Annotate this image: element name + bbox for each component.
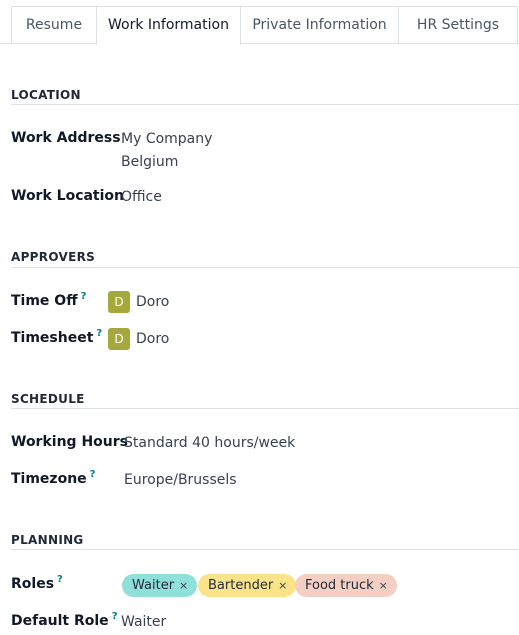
default-role-help-icon[interactable]: ? <box>112 611 118 622</box>
timesheet-help-icon[interactable]: ? <box>96 328 102 339</box>
timezone-help-icon[interactable]: ? <box>90 469 96 480</box>
section-divider <box>11 549 519 550</box>
timesheet-approver-name: Doro <box>136 331 170 347</box>
tab-work-information[interactable]: Work Information <box>96 6 241 45</box>
working-hours-label: Working Hours <box>11 434 128 450</box>
role-tag-label: Bartender <box>208 578 274 593</box>
role-tag-label: Food truck <box>305 578 374 593</box>
role-tag-label: Waiter <box>132 578 175 593</box>
time-off-approver[interactable]: D Doro <box>108 291 169 313</box>
timesheet-approver[interactable]: D Doro <box>108 328 169 350</box>
section-title-location: LOCATION <box>11 88 81 102</box>
time-off-help-icon[interactable]: ? <box>81 291 87 302</box>
work-address-line-1[interactable]: My Company <box>121 131 212 147</box>
tab-hr-settings[interactable]: HR Settings <box>398 6 518 43</box>
default-role-value[interactable]: Waiter <box>121 614 166 630</box>
avatar: D <box>108 291 130 313</box>
notebook-tabs: Resume Work Information Private Informat… <box>0 0 519 45</box>
timezone-label: Timezone? <box>11 469 96 487</box>
section-title-approvers: APPROVERS <box>11 250 96 264</box>
tab-resume[interactable]: Resume <box>11 6 97 43</box>
timesheet-label: Timesheet? <box>11 328 102 346</box>
timezone-label-text: Timezone <box>11 471 87 487</box>
default-role-label-text: Default Role <box>11 613 109 629</box>
roles-help-icon[interactable]: ? <box>57 574 63 585</box>
remove-tag-icon[interactable]: × <box>379 579 388 592</box>
role-tag-bartender[interactable]: Bartender × <box>198 574 297 597</box>
roles-label-text: Roles <box>11 576 55 592</box>
time-off-approver-name: Doro <box>136 294 170 310</box>
role-tag-waiter[interactable]: Waiter × <box>122 574 198 597</box>
avatar: D <box>108 328 130 350</box>
remove-tag-icon[interactable]: × <box>278 579 287 592</box>
work-location-value[interactable]: Office <box>121 189 162 205</box>
work-address-label: Work Address <box>11 130 121 146</box>
default-role-label: Default Role? <box>11 611 118 629</box>
tab-private-information[interactable]: Private Information <box>240 6 399 43</box>
time-off-label-text: Time Off <box>11 293 78 309</box>
roles-label: Roles? <box>11 574 63 592</box>
role-tag-food-truck[interactable]: Food truck × <box>295 574 397 597</box>
work-location-label: Work Location <box>11 188 125 204</box>
section-title-schedule: SCHEDULE <box>11 392 85 406</box>
section-title-planning: PLANNING <box>11 533 84 547</box>
working-hours-value[interactable]: Standard 40 hours/week <box>124 435 295 451</box>
timezone-value[interactable]: Europe/Brussels <box>124 472 237 488</box>
timesheet-label-text: Timesheet <box>11 330 94 346</box>
section-divider <box>11 408 519 409</box>
time-off-label: Time Off? <box>11 291 87 309</box>
remove-tag-icon[interactable]: × <box>179 579 188 592</box>
work-address-line-2: Belgium <box>121 154 179 170</box>
section-divider <box>11 104 519 105</box>
section-divider <box>11 267 519 268</box>
